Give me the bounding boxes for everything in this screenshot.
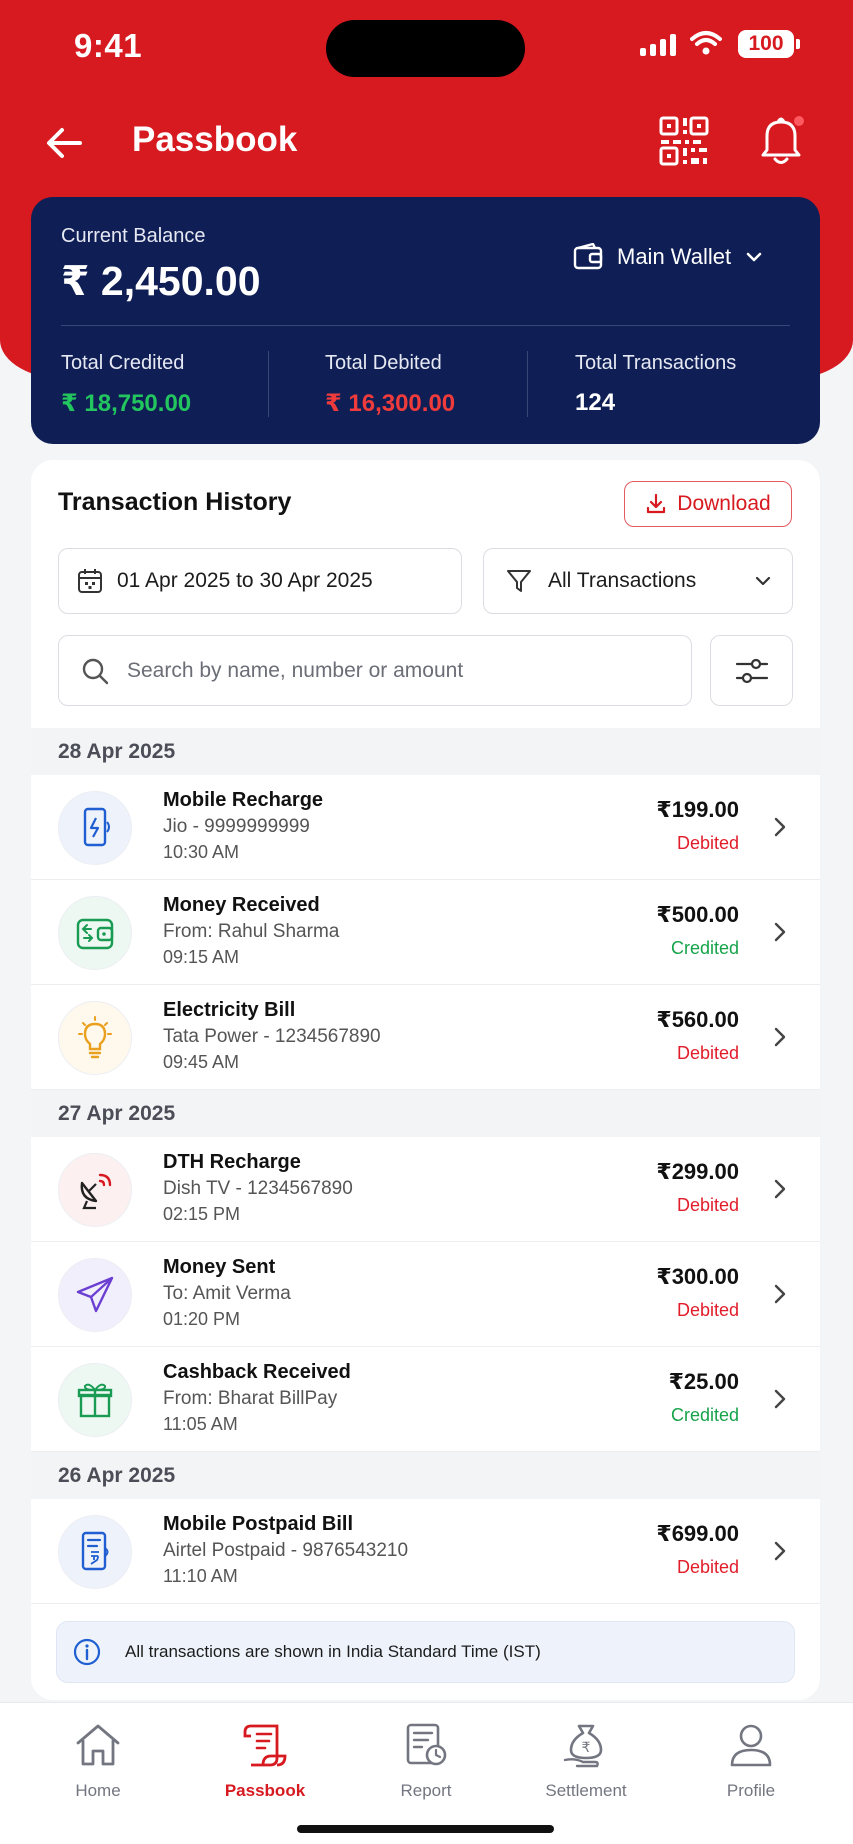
transaction-row[interactable]: DTH Recharge Dish TV - 1234567890 02:15 … [31, 1137, 820, 1242]
date-range-picker[interactable]: 01 Apr 2025 to 30 Apr 2025 [58, 548, 462, 614]
balance-divider [61, 325, 790, 326]
transaction-row[interactable]: Cashback Received From: Bharat BillPay 1… [31, 1347, 820, 1452]
transaction-row[interactable]: Money Sent To: Amit Verma 01:20 PM ₹300.… [31, 1242, 820, 1347]
filter-value: All Transactions [548, 569, 697, 592]
passbook-icon [200, 1719, 330, 1771]
balance-label: Current Balance [61, 225, 206, 247]
transaction-row[interactable]: Mobile Recharge Jio - 9999999999 10:30 A… [31, 775, 820, 880]
sliders-icon [735, 658, 768, 683]
nav-profile[interactable]: Profile [686, 1719, 816, 1801]
download-button[interactable]: Download [624, 481, 792, 527]
search-input[interactable] [127, 658, 647, 683]
date-group-header: 27 Apr 2025 [31, 1090, 820, 1137]
transaction-row[interactable]: Money Received From: Rahul Sharma 09:15 … [31, 880, 820, 985]
chevron-right-icon [774, 817, 786, 837]
transaction-history-card: Transaction History Download 01 Apr 2025… [31, 460, 820, 1700]
search-field[interactable] [58, 635, 692, 706]
info-text: All transactions are shown in India Stan… [125, 1642, 541, 1661]
date-range-text: 01 Apr 2025 to 30 Apr 2025 [117, 569, 373, 592]
camera-notch [326, 20, 525, 77]
wallet-icon [58, 896, 132, 970]
wifi-icon [690, 31, 722, 55]
nav-home[interactable]: Home [33, 1719, 163, 1801]
page-title: Passbook [132, 120, 298, 159]
nav-passbook[interactable]: Passbook [200, 1719, 330, 1801]
chevron-down-icon [746, 252, 762, 262]
balance-card: Current Balance ₹ 2,450.00 Main Wallet T… [31, 197, 820, 444]
balance-amount: ₹ 2,450.00 [61, 258, 261, 304]
app-header: Passbook [0, 100, 853, 184]
chevron-right-icon [774, 922, 786, 942]
chevron-right-icon [774, 1284, 786, 1304]
chevron-right-icon [774, 1027, 786, 1047]
stat-total-transactions: Total Transactions 124 [575, 352, 737, 416]
date-group-header: 26 Apr 2025 [31, 1452, 820, 1499]
stat-total-credited: Total Credited ₹ 18,750.00 [61, 352, 192, 417]
wallet-icon [573, 243, 603, 270]
home-indicator[interactable] [297, 1825, 554, 1833]
calendar-icon [78, 569, 102, 593]
paper-plane-icon [58, 1258, 132, 1332]
search-icon [82, 658, 109, 684]
nav-report[interactable]: Report [361, 1719, 491, 1801]
chevron-right-icon [774, 1179, 786, 1199]
home-icon [33, 1719, 163, 1771]
profile-icon [686, 1719, 816, 1771]
download-icon [647, 493, 666, 514]
notification-bell-icon[interactable] [755, 112, 807, 168]
timezone-info-banner: All transactions are shown in India Stan… [56, 1621, 795, 1683]
battery-icon: 100 [738, 30, 800, 58]
chevron-right-icon [774, 1389, 786, 1409]
wallet-selector[interactable]: Main Wallet [573, 243, 763, 271]
status-time: 9:41 [74, 27, 143, 64]
bottom-navigation: Home Passbook Report ₹ Settlement Profil… [0, 1702, 853, 1844]
postpaid-bill-icon [58, 1515, 132, 1589]
stat-total-debited: Total Debited ₹ 16,300.00 [325, 352, 456, 417]
date-group-header: 28 Apr 2025 [31, 728, 820, 775]
transaction-type-filter[interactable]: All Transactions [483, 548, 793, 614]
chevron-right-icon [774, 1541, 786, 1561]
gift-icon [58, 1363, 132, 1437]
info-icon [73, 1638, 101, 1666]
history-title: Transaction History [58, 488, 292, 516]
signal-icon [640, 34, 676, 56]
lightbulb-icon [58, 1001, 132, 1075]
report-icon [361, 1719, 491, 1771]
svg-text:₹: ₹ [582, 1740, 591, 1756]
mobile-recharge-icon [58, 791, 132, 865]
back-arrow-icon[interactable] [40, 118, 90, 168]
filter-funnel-icon [507, 570, 531, 592]
chevron-down-icon [755, 576, 771, 586]
transaction-row[interactable]: Electricity Bill Tata Power - 1234567890… [31, 985, 820, 1090]
wallet-name: Main Wallet [617, 244, 732, 269]
settlement-icon: ₹ [521, 1719, 651, 1771]
status-bar: 9:41 100 [0, 0, 853, 92]
transaction-row[interactable]: Mobile Postpaid Bill Airtel Postpaid - 9… [31, 1499, 820, 1604]
nav-settlement[interactable]: ₹ Settlement [521, 1719, 651, 1801]
qr-code-icon[interactable] [657, 114, 711, 168]
satellite-dish-icon [58, 1153, 132, 1227]
advanced-filter-button[interactable] [710, 635, 793, 706]
